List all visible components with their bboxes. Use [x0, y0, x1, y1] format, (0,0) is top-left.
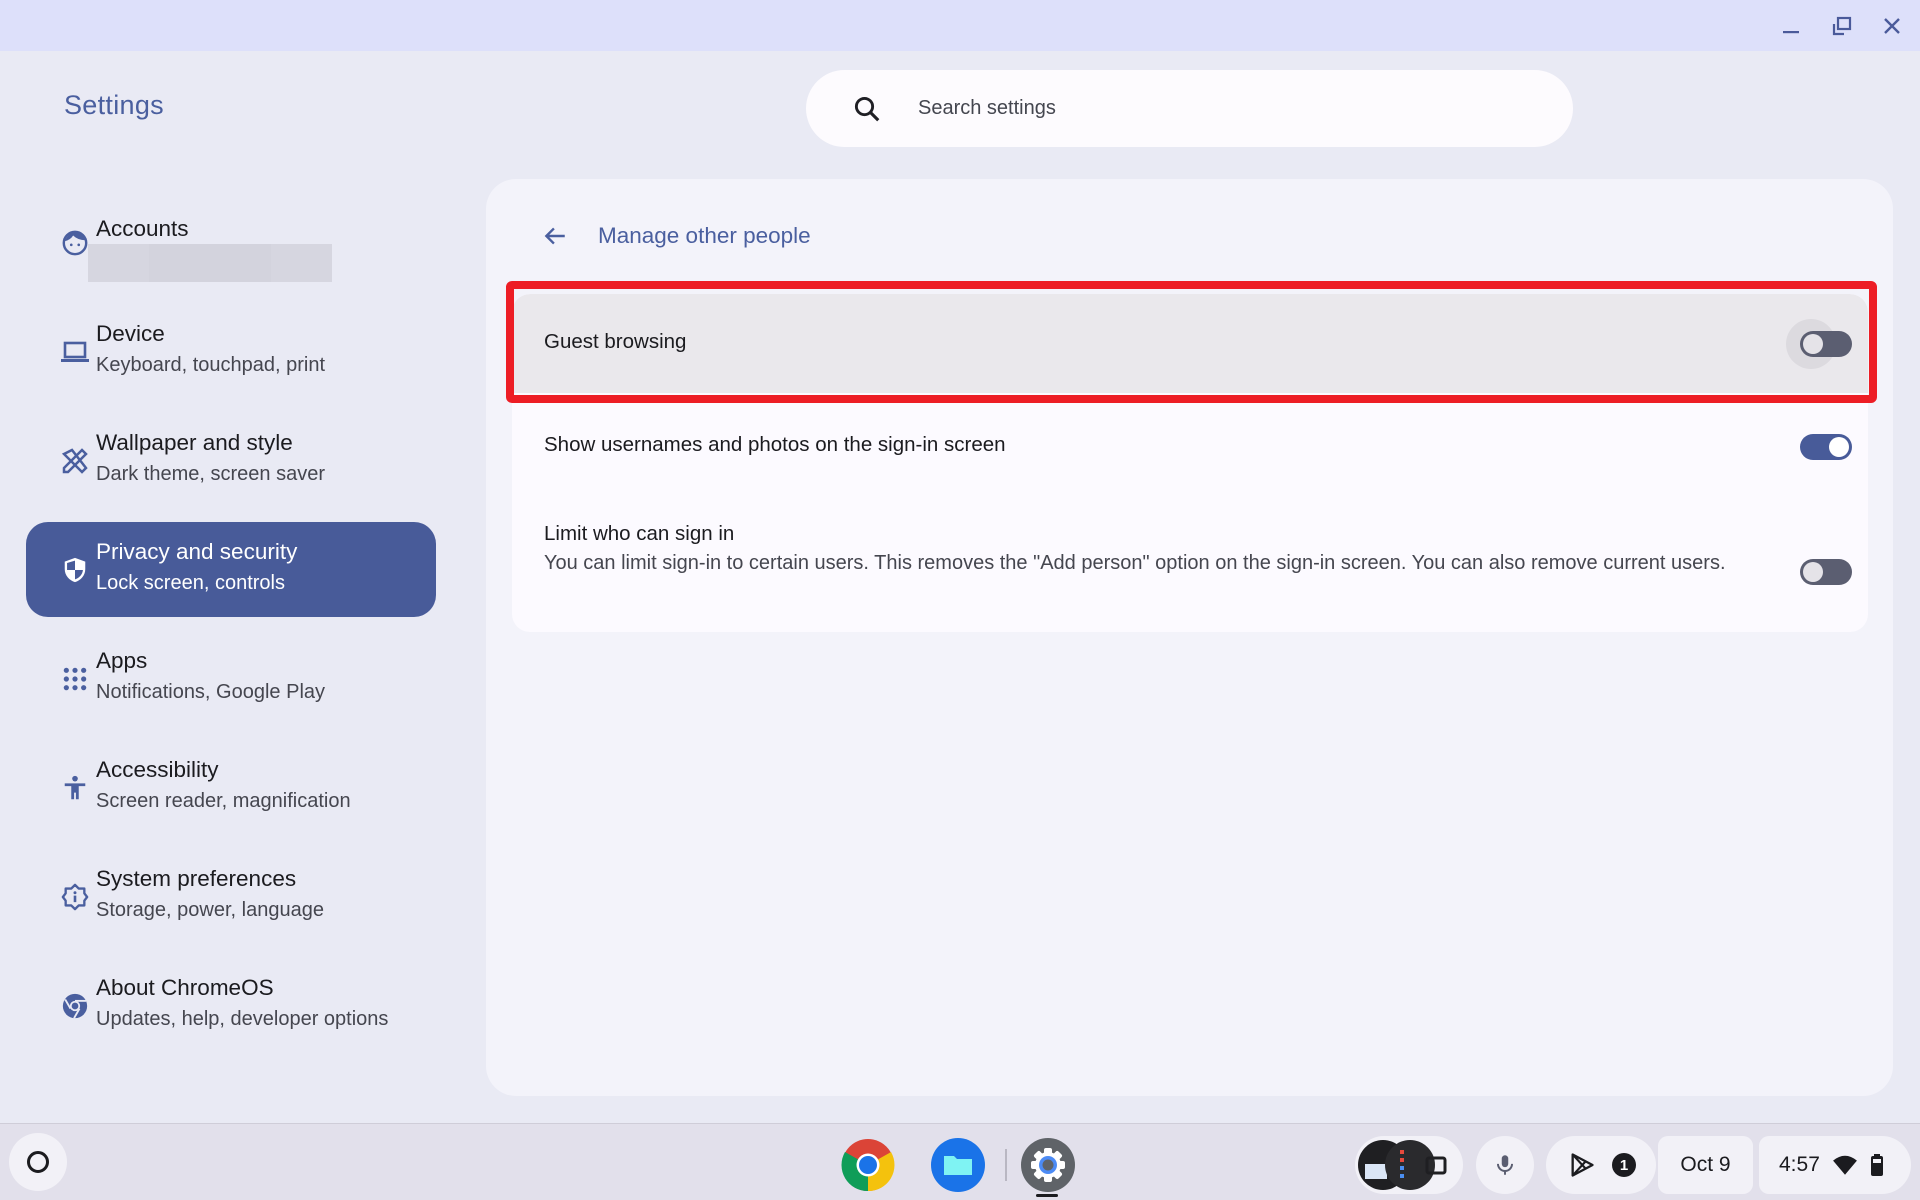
- shelf-app-files[interactable]: [931, 1138, 985, 1192]
- redacted-account-email: [88, 244, 332, 282]
- sidebar-item-label: Apps: [96, 648, 148, 673]
- limit-sign-in-toggle[interactable]: [1800, 559, 1852, 585]
- launcher-button[interactable]: [9, 1133, 67, 1191]
- play-store-icon: [1571, 1153, 1594, 1177]
- shelf-app-chrome[interactable]: [841, 1138, 895, 1192]
- chrome-icon: [841, 1139, 895, 1192]
- sidebar-item-label: System preferences: [96, 866, 297, 891]
- sidebar-item-label: Privacy and security: [96, 539, 298, 564]
- shield-icon: [60, 555, 90, 585]
- sidebar-item-about-chromeos[interactable]: About ChromeOS Updates, help, developer …: [26, 958, 436, 1053]
- wifi-icon: [1832, 1155, 1857, 1175]
- minimize-button[interactable]: [1773, 8, 1809, 44]
- sidebar-item-device[interactable]: Device Keyboard, touchpad, print: [26, 304, 436, 399]
- toggle-knob: [1803, 562, 1823, 582]
- microphone-icon: [1496, 1155, 1514, 1175]
- setting-description: You can limit sign-in to certain users. …: [544, 552, 1726, 574]
- sidebar-item-sublabel: Updates, help, developer options: [96, 1008, 389, 1030]
- page-title: Manage other people: [598, 223, 811, 248]
- sidebar-item-sublabel: Screen reader, magnification: [96, 790, 351, 812]
- date-label: Oct 9: [1680, 1153, 1731, 1176]
- search-input[interactable]: [918, 97, 1518, 120]
- setting-label: Guest browsing: [544, 330, 687, 353]
- play-store-notifications[interactable]: 1: [1546, 1136, 1656, 1194]
- sidebar-item-accounts[interactable]: Accounts: [26, 195, 436, 290]
- apps-grid-icon: [60, 664, 90, 694]
- toggle-knob: [1803, 334, 1823, 354]
- back-arrow-icon: [544, 227, 565, 245]
- setting-label: Show usernames and photos on the sign-in…: [544, 433, 1006, 456]
- accessibility-icon: [60, 773, 90, 803]
- settings-app-icon: [1021, 1138, 1075, 1192]
- sidebar-item-wallpaper[interactable]: Wallpaper and style Dark theme, screen s…: [26, 413, 436, 508]
- sidebar-item-label: Accessibility: [96, 757, 219, 782]
- status-tray[interactable]: 4:57: [1759, 1136, 1911, 1194]
- sidebar-item-apps[interactable]: Apps Notifications, Google Play: [26, 631, 436, 726]
- sidebar-item-sublabel: Lock screen, controls: [96, 572, 285, 594]
- notification-count-badge: 1: [1612, 1153, 1636, 1177]
- sidebar-item-system-preferences[interactable]: System preferences Storage, power, langu…: [26, 849, 436, 944]
- sidebar-item-label: Device: [96, 321, 165, 346]
- toggle-knob: [1829, 437, 1849, 457]
- setting-row-guest-browsing[interactable]: Guest browsing: [512, 294, 1868, 393]
- close-button[interactable]: [1874, 8, 1910, 44]
- laptop-icon: [60, 337, 90, 367]
- active-app-indicator: [1036, 1194, 1058, 1197]
- search-bar[interactable]: [806, 70, 1573, 147]
- sidebar-item-label: About ChromeOS: [96, 975, 274, 1000]
- sidebar-item-sublabel: Dark theme, screen saver: [96, 463, 325, 485]
- sidebar-item-label: Wallpaper and style: [96, 430, 293, 455]
- sidebar-item-sublabel: Keyboard, touchpad, print: [96, 354, 326, 376]
- sidebar-item-sublabel: Storage, power, language: [96, 899, 324, 921]
- close-icon: [1884, 18, 1900, 34]
- sidebar-item-sublabel: Notifications, Google Play: [96, 681, 326, 703]
- files-icon: [931, 1138, 985, 1192]
- title-bar: [0, 0, 1920, 51]
- desk-preview-icon: [1358, 1140, 1447, 1190]
- sidebar-item-accessibility[interactable]: Accessibility Screen reader, magnificati…: [26, 740, 436, 835]
- sidebar-item-privacy-and-security[interactable]: Privacy and security Lock screen, contro…: [26, 522, 436, 617]
- main-content: Manage other people Guest browsing Show …: [486, 179, 1893, 1096]
- shelf-app-settings[interactable]: [1021, 1138, 1075, 1192]
- app-title: Settings: [64, 90, 164, 120]
- back-button[interactable]: [540, 221, 570, 251]
- restore-button[interactable]: [1824, 8, 1860, 44]
- search-icon: [854, 96, 880, 121]
- desk-previews[interactable]: [1355, 1136, 1463, 1194]
- shelf-divider: [1005, 1149, 1007, 1181]
- sidebar-item-label: Accounts: [96, 216, 189, 241]
- date-tray[interactable]: Oct 9: [1658, 1136, 1753, 1194]
- restore-icon: [1832, 16, 1852, 36]
- launcher-icon: [27, 1151, 49, 1173]
- page-header: Manage other people: [540, 221, 811, 251]
- show-usernames-toggle[interactable]: [1800, 434, 1852, 460]
- paintbrush-ruler-icon: [60, 446, 90, 476]
- battery-icon: [1870, 1154, 1883, 1176]
- voice-input-button[interactable]: [1476, 1136, 1534, 1194]
- guest-browsing-toggle[interactable]: [1800, 331, 1852, 357]
- setting-row-show-usernames[interactable]: Show usernames and photos on the sign-in…: [512, 393, 1868, 499]
- chromeos-icon: [60, 991, 90, 1021]
- shelf: 1 Oct 9 4:57: [0, 1123, 1920, 1200]
- account-face-icon: [60, 228, 90, 258]
- minimize-icon: [1783, 31, 1799, 34]
- setting-label: Limit who can sign in: [544, 522, 735, 545]
- setting-row-limit-sign-in[interactable]: Limit who can sign in You can limit sign…: [512, 499, 1868, 632]
- time-label: 4:57: [1779, 1153, 1820, 1176]
- system-gear-icon: [60, 882, 90, 912]
- settings-list: Guest browsing Show usernames and photos…: [512, 294, 1868, 632]
- sidebar: Accounts Device Keyboard, touchpad, prin…: [26, 195, 436, 1067]
